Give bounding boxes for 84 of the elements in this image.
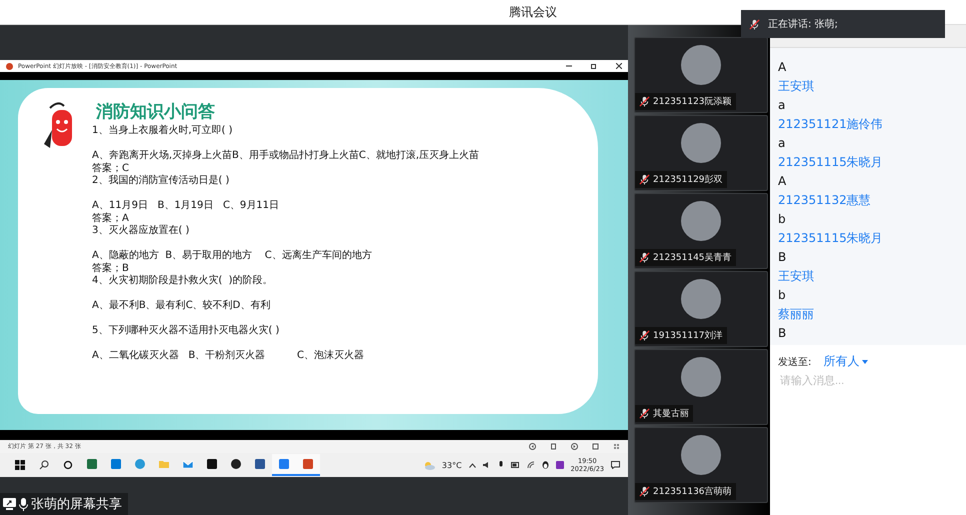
muted-mic-icon: [639, 174, 650, 185]
speaker-icon[interactable]: [482, 461, 491, 469]
avatar: [681, 357, 721, 397]
battery-icon[interactable]: [510, 462, 520, 468]
participant-tile[interactable]: 其曼古丽: [634, 349, 768, 425]
participant-name-tag: 191351117刘洋: [635, 327, 727, 344]
muted-mic-icon: [749, 18, 760, 30]
restore-icon[interactable]: [591, 63, 597, 69]
note-app-icon[interactable]: [556, 461, 564, 469]
recipient-dropdown[interactable]: 所有人: [823, 353, 868, 370]
message-sender: 212351121施伶伟: [778, 117, 884, 132]
wifi-icon[interactable]: [526, 461, 535, 469]
participant-name-tag: 212351145吴青青: [635, 249, 736, 266]
avatar: [681, 123, 721, 163]
muted-mic-icon: [639, 330, 650, 341]
message-text: b: [778, 288, 787, 303]
message-sender: 212351115朱晓月: [778, 155, 884, 170]
penguin-icon[interactable]: [542, 461, 549, 469]
participant-tile[interactable]: 212351123阮添颖: [634, 37, 768, 113]
muted-mic-icon: [639, 408, 650, 419]
message-text: b: [778, 212, 787, 227]
windows-start-icon[interactable]: [15, 460, 25, 470]
participant-name-tag: 212351123阮添颖: [635, 93, 736, 110]
avatar: [681, 279, 721, 319]
muted-mic-icon: [639, 96, 650, 107]
avatar: [681, 45, 721, 85]
view-icon[interactable]: [592, 443, 599, 450]
powerpoint-icon: [6, 62, 13, 70]
question-text: 2、我国的消防宣传活动日是( ): [92, 175, 230, 188]
next-icon[interactable]: [571, 443, 578, 450]
message-sender: 212351132惠慧: [778, 193, 872, 208]
message-text: B: [778, 326, 788, 341]
caret-icon: [862, 360, 868, 364]
avatar: [681, 201, 721, 241]
slide-title: 消防知识小问答: [96, 101, 216, 123]
message-text: a: [778, 136, 786, 151]
search-icon[interactable]: [39, 460, 49, 470]
answer-options: A、奔跑离开火场,灭掉身上火苗B、用手或物品扑打身上火苗C、就地打滚,压灭身上火苗: [92, 150, 480, 162]
participant-tile[interactable]: 212351129彭双: [634, 115, 768, 191]
temperature: 33°C: [442, 460, 462, 470]
previous-icon[interactable]: [529, 443, 536, 450]
answer-options: A、最不利B、最有利C、较不利D、有利: [92, 300, 480, 312]
microphone-icon: [19, 498, 28, 510]
message-sender: 212351115朱晓月: [778, 231, 884, 246]
screen-share-label: 张萌的屏幕共享: [0, 493, 128, 515]
participant-tile[interactable]: 212351136宫萌萌: [634, 427, 768, 503]
muted-mic-icon: [639, 252, 650, 263]
window-title: 腾讯会议: [509, 4, 557, 20]
question-text: 3、灭火器应放置在( ): [92, 225, 190, 238]
close-icon[interactable]: [616, 63, 622, 69]
avatar: [681, 435, 721, 475]
answer-options: A、隐蔽的地方 B、易于取用的地方 C、远离生产车间的地方: [92, 250, 480, 262]
send-to-label: 发送至:: [778, 356, 812, 368]
participant-tile[interactable]: 212351145吴青青: [634, 193, 768, 269]
message-input[interactable]: 请输入消息...: [778, 374, 958, 388]
message-text: A: [778, 60, 788, 75]
muted-mic-icon: [639, 486, 650, 497]
minimize-icon[interactable]: [566, 63, 572, 69]
message-text: a: [778, 98, 786, 113]
message-sender: 王安琪: [778, 269, 815, 284]
grid-icon[interactable]: [613, 443, 620, 450]
microphone-icon[interactable]: [498, 461, 504, 469]
notification-icon[interactable]: [611, 461, 620, 469]
screen-share-icon: [3, 498, 16, 510]
participant-name-tag: 其曼古丽: [635, 405, 693, 422]
participant-name-tag: 212351136宫萌萌: [635, 483, 736, 500]
answer-options: A、11月9日 B、1月19日 C、9月11日: [92, 200, 480, 212]
answer-text: 答案；A: [92, 212, 130, 224]
answer-text: 答案；B: [92, 262, 130, 274]
participant-name-tag: 212351129彭双: [635, 171, 727, 188]
answer-text: 答案；C: [92, 162, 130, 174]
message-sender: 蔡丽丽: [778, 307, 815, 322]
participant-tile[interactable]: 191351117刘洋: [634, 271, 768, 347]
answer-options: A、二氧化碳灭火器 B、干粉剂灭火器 C、泡沫灭火器: [92, 350, 480, 362]
question-text: 4、火灾初期阶段是扑救火灾( )的阶段。: [92, 275, 274, 288]
chevron-up-icon[interactable]: [468, 462, 476, 468]
speaker-toast: 正在讲话: 张萌;: [741, 10, 945, 38]
question-text: 5、下列哪种灭火器不适用扑灭电器火灾( ): [92, 325, 280, 338]
question-text: 1、当身上衣服着火时,可立即( ): [92, 125, 234, 138]
weather-icon: [422, 460, 435, 470]
message-text: B: [778, 250, 788, 265]
message-sender: 王安琪: [778, 79, 815, 94]
message-text: A: [778, 174, 788, 189]
circle-icon[interactable]: [63, 460, 73, 470]
